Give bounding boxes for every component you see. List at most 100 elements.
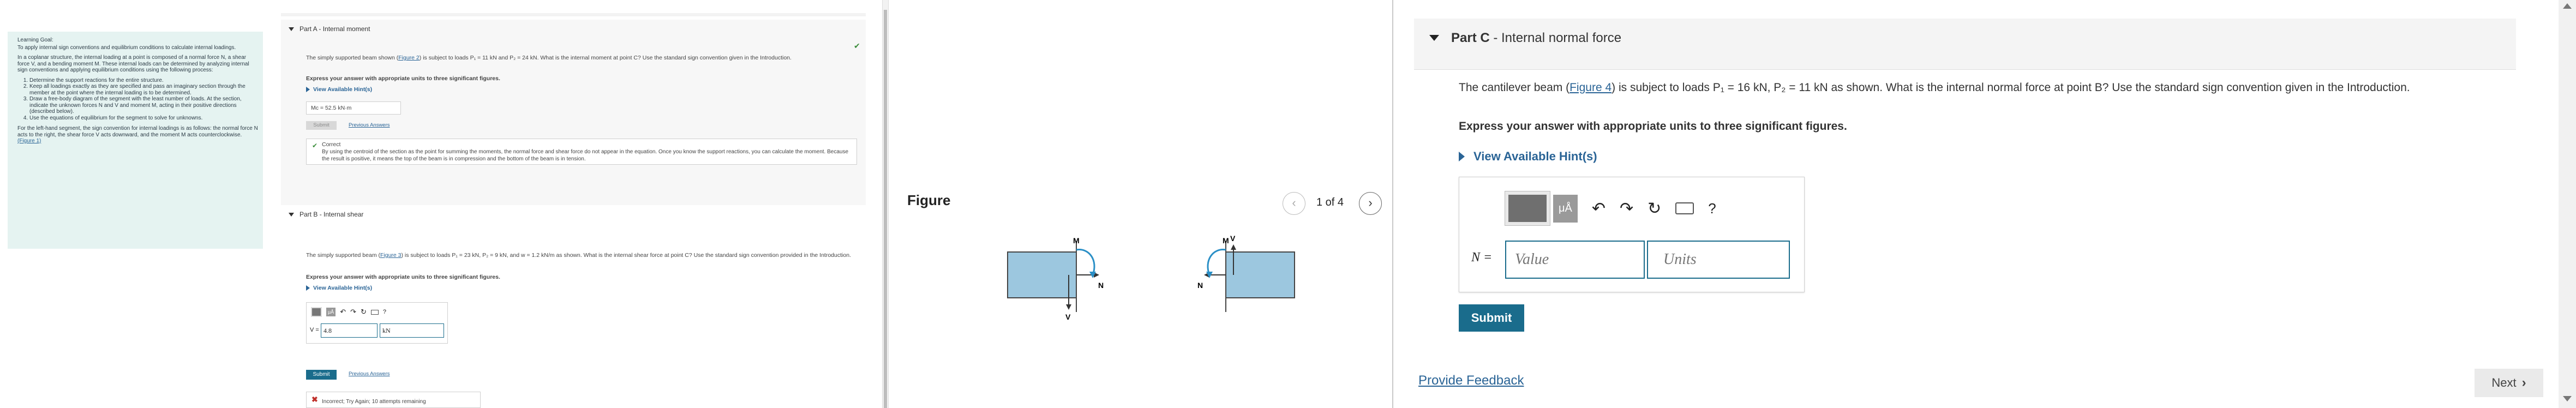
right-scrollbar[interactable] <box>2559 0 2576 408</box>
part-b-header[interactable]: Part B - Internal shear <box>289 211 866 218</box>
part-c-pane: Part C - Internal normal force The canti… <box>1394 0 2576 408</box>
part-b-hints-toggle[interactable]: View Available Hint(s) <box>306 285 372 291</box>
math-toolbar: μÅ ↶ ↷ ↻ ? <box>311 306 386 318</box>
goal-step: Keep all loadings exactly as they are sp… <box>29 83 259 96</box>
greek-symbols-button[interactable]: μÅ <box>1553 194 1578 223</box>
part-b-units-input[interactable]: kN <box>380 323 444 338</box>
help-button[interactable]: ? <box>383 309 386 315</box>
figure-next-button[interactable]: › <box>1359 192 1382 215</box>
part-c-question: The cantilever beam (Figure 4) is subjec… <box>1459 81 2410 94</box>
collapse-triangle-icon[interactable] <box>1429 35 1439 41</box>
part-c-label: Part C <box>1451 30 1490 45</box>
part-c-title: Internal normal force <box>1501 30 1622 45</box>
undo-icon[interactable]: ↶ <box>1592 199 1605 218</box>
figure-pager: 1 of 4 <box>1316 196 1344 208</box>
part-c-value-input[interactable] <box>1505 241 1645 279</box>
figure-title: Figure <box>907 192 951 208</box>
scroll-down-icon[interactable] <box>2563 396 2572 401</box>
undo-icon[interactable]: ↶ <box>340 308 346 316</box>
moment-label-right: M <box>1223 236 1229 245</box>
collapse-triangle-icon[interactable] <box>289 27 294 31</box>
help-button[interactable]: ? <box>1708 200 1716 217</box>
goal-steps: Determine the support reactions for the … <box>29 77 259 122</box>
reset-icon[interactable]: ↻ <box>361 308 367 316</box>
correct-check-icon: ✔ <box>312 142 318 149</box>
sign-convention-figure: M V N M V N <box>1007 236 1295 321</box>
figure-4-link[interactable]: Figure 4 <box>1569 81 1612 94</box>
parts-column: Part A - Internal moment ✔ The simply su… <box>281 13 870 408</box>
part-a-question: The simply supported beam shown (Figure … <box>306 55 792 61</box>
panel-divider <box>1392 0 1393 408</box>
part-c-units-input[interactable] <box>1647 241 1790 279</box>
part-c-instructions: Express your answer with appropriate uni… <box>1459 120 1847 133</box>
goal-heading: Learning Goal: <box>17 37 53 43</box>
keyboard-icon[interactable] <box>1675 202 1694 214</box>
redo-icon[interactable]: ↷ <box>1620 199 1633 218</box>
figure-2-link[interactable]: Figure 2 <box>398 55 420 61</box>
part-b-value-input[interactable]: 4.8 <box>321 323 378 338</box>
part-a-previous-answers[interactable]: Previous Answers <box>349 122 390 128</box>
shear-label-left: V <box>1065 313 1071 321</box>
goal-step: Draw a free-body diagram of the segment … <box>29 96 259 115</box>
part-a: Part A - Internal moment ✔ The simply su… <box>281 20 866 205</box>
correct-label: Correct <box>322 141 341 148</box>
pane-scrollbar[interactable] <box>882 0 889 408</box>
incorrect-x-icon: ✖ <box>311 395 318 404</box>
learning-goal-pane: Learning Goal: To apply internal sign co… <box>0 0 288 408</box>
reset-icon[interactable]: ↻ <box>1648 199 1661 218</box>
expand-triangle-icon <box>1459 152 1465 161</box>
left-beam-segment <box>1007 251 1077 298</box>
figure-panel: Figure ‹ 1 of 4 › M V N M V N <box>889 0 1396 408</box>
next-button[interactable]: Next › <box>2475 369 2543 397</box>
figure-1-link[interactable]: (Figure 1) <box>17 138 41 144</box>
part-b-previous-answers[interactable]: Previous Answers <box>349 371 390 377</box>
moment-label-left: M <box>1073 236 1080 245</box>
part-b-variable-label: V = <box>310 327 319 333</box>
part-b-question: The simply supported beam (Figure 3) is … <box>306 252 851 259</box>
part-a-instructions: Express your answer with appropriate uni… <box>306 75 500 82</box>
part-b-submit-button[interactable]: Submit <box>306 370 337 380</box>
templates-icon[interactable] <box>311 307 322 317</box>
normal-label-left: N <box>1098 281 1104 290</box>
normal-label-right: N <box>1197 281 1203 290</box>
correct-explanation: By using the centroid of the section as … <box>322 149 848 162</box>
chevron-right-icon: › <box>2521 375 2526 390</box>
incorrect-feedback-box: ✖ Incorrect; Try Again; 10 attempts rema… <box>306 392 481 408</box>
part-a-submit-button[interactable]: Submit <box>306 121 337 130</box>
redo-icon[interactable]: ↷ <box>350 308 356 316</box>
goal-step: Determine the support reactions for the … <box>29 77 259 84</box>
greek-symbols-button[interactable]: μÅ <box>326 308 336 316</box>
goal-step: Use the equations of equilibrium for the… <box>29 115 259 122</box>
check-icon: ✔ <box>854 41 860 50</box>
shear-label-right: V <box>1230 236 1236 243</box>
part-b: Part B - Internal shear The simply suppo… <box>281 206 866 408</box>
part-a-hints-toggle[interactable]: View Available Hint(s) <box>306 86 372 93</box>
scroll-up-icon[interactable] <box>2563 3 2572 9</box>
part-c-variable-label: N = <box>1471 250 1493 265</box>
correct-feedback-box: ✔ Correct By using the centroid of the s… <box>306 139 857 165</box>
part-c-hints-toggle[interactable]: View Available Hint(s) <box>1459 149 1597 164</box>
learning-goal-box: Learning Goal: To apply internal sign co… <box>8 32 263 249</box>
goal-intro: To apply internal sign conventions and e… <box>17 44 236 51</box>
figure-3-link[interactable]: Figure 3 <box>380 252 402 259</box>
goal-sign-convention: For the left-hand segment, the sign conv… <box>17 125 258 144</box>
keyboard-icon[interactable] <box>370 309 379 315</box>
expand-triangle-icon <box>306 87 310 92</box>
part-a-header[interactable]: Part A - Internal moment <box>289 25 866 33</box>
expand-triangle-icon <box>306 285 310 291</box>
part-a-answer-display: Mᴄ = 52.5 kN·m <box>306 101 401 115</box>
part-c-submit-button[interactable]: Submit <box>1459 304 1524 332</box>
part-c-header[interactable]: Part C - Internal normal force <box>1414 19 2516 70</box>
collapse-triangle-icon[interactable] <box>289 212 294 217</box>
part-c-answer-box: μÅ ↶ ↷ ↻ ? N = <box>1459 177 1805 292</box>
templates-icon[interactable] <box>1505 191 1550 226</box>
part-b-answer-box: μÅ ↶ ↷ ↻ ? V = 4.8 kN <box>306 302 448 344</box>
scrollbar-thumb[interactable] <box>884 10 887 408</box>
math-toolbar: μÅ ↶ ↷ ↻ ? <box>1505 191 1716 226</box>
provide-feedback-link[interactable]: Provide Feedback <box>1418 373 1524 388</box>
figure-prev-button[interactable]: ‹ <box>1283 192 1305 215</box>
incorrect-message: Incorrect; Try Again; 10 attempts remain… <box>322 399 426 405</box>
right-beam-segment <box>1225 251 1295 298</box>
goal-process: In a coplanar structure, the internal lo… <box>17 55 249 73</box>
part-b-instructions: Express your answer with appropriate uni… <box>306 274 500 280</box>
